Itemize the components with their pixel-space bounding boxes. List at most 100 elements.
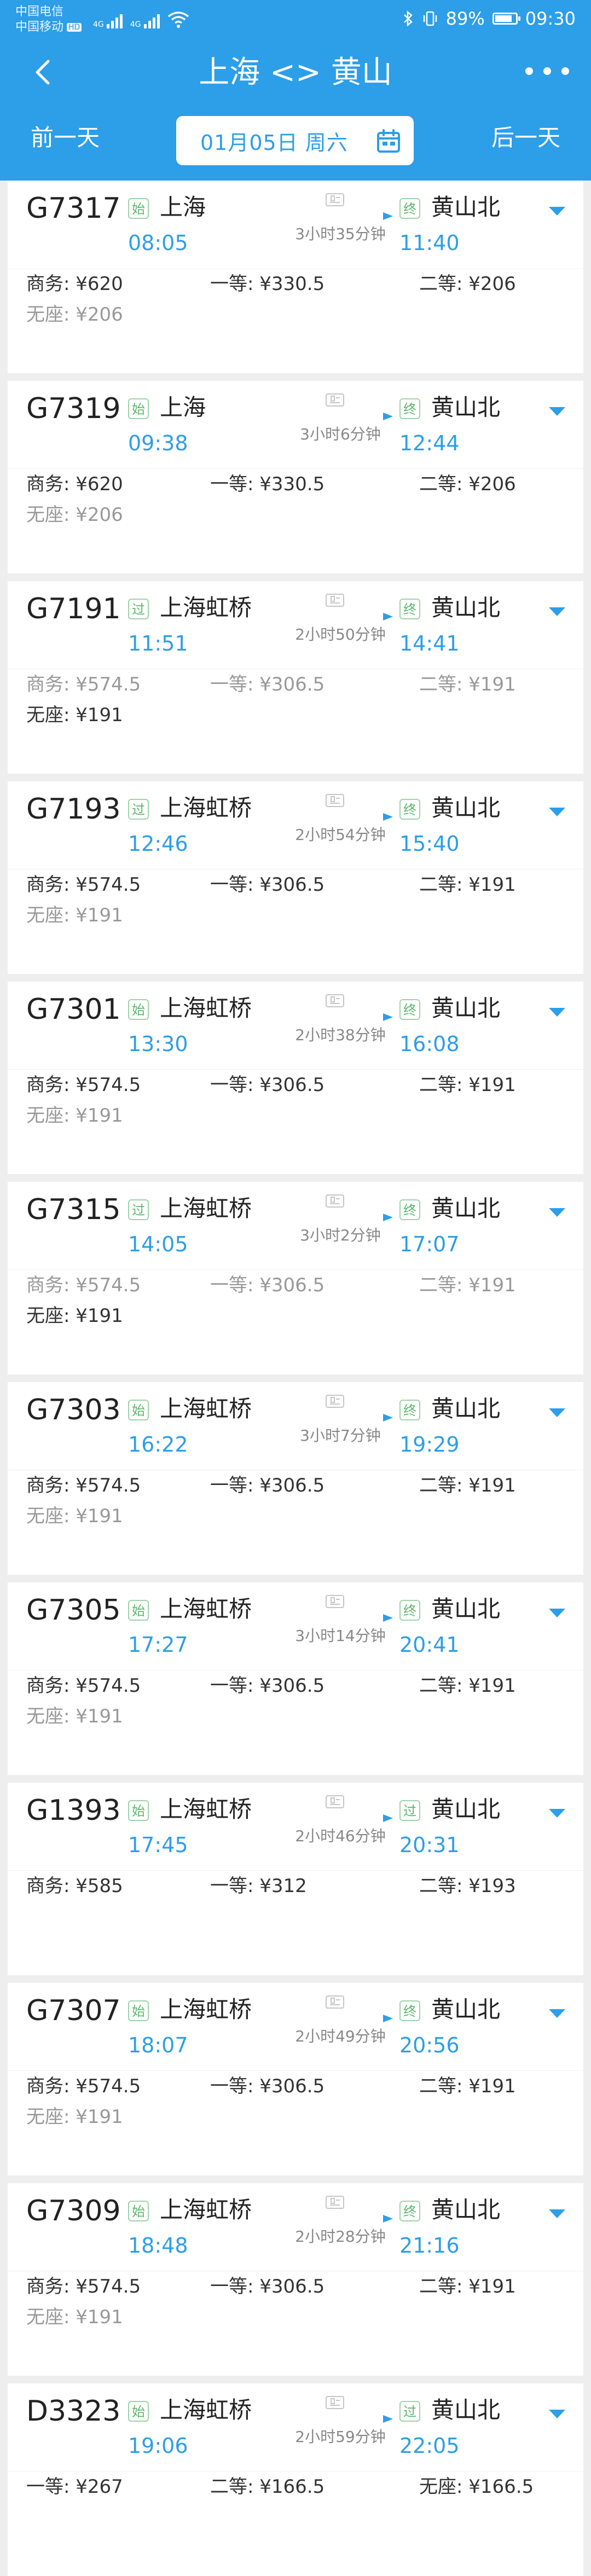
calendar-icon — [377, 129, 400, 153]
seat-icon — [326, 393, 344, 407]
signal-2-icon: 4G — [130, 14, 160, 28]
arrival-time: 12:44 — [399, 431, 460, 455]
prev-day-button[interactable]: 前一天 — [31, 121, 100, 154]
vibrate-icon — [423, 11, 437, 26]
expand-triangle-icon[interactable] — [547, 2407, 567, 2421]
status-bar: 中国电信 中国移动 HD 4G 4G 89% 09:30 — [0, 0, 591, 38]
route-arrow-icon — [278, 813, 393, 821]
train-card[interactable]: G7305 始 上海虹桥 17:27 3小时14分钟 终 黄山北 20:41 商… — [8, 1582, 583, 1775]
price-first-class: 一等: ¥267 — [26, 2476, 123, 2498]
travel-duration: 3小时2分钟 — [300, 1226, 381, 1244]
origin-type-badge: 始 — [128, 1400, 149, 1420]
departure-station: 上海虹桥 — [160, 1395, 252, 1422]
expand-triangle-icon[interactable] — [547, 2007, 567, 2020]
arrival-time: 15:40 — [399, 832, 460, 856]
battery-icon — [492, 13, 520, 25]
price-first-class: 商务: ¥574.5 — [26, 1074, 141, 1096]
expand-triangle-icon[interactable] — [547, 805, 567, 819]
destination-type-badge: 终 — [399, 2201, 420, 2221]
train-number: D3323 — [26, 2395, 121, 2428]
price-first-class: 商务: ¥574.5 — [26, 1675, 141, 1697]
selected-date: 01月05日 周六 — [200, 130, 348, 155]
route-arrow-icon — [278, 1814, 393, 1822]
card-divider — [8, 1069, 583, 1070]
train-card[interactable]: G7191 过 上海虹桥 11:51 2小时50分钟 终 黄山北 14:41 商… — [8, 581, 583, 774]
hd-badge: HD — [67, 23, 82, 32]
next-day-button[interactable]: 后一天 — [491, 121, 560, 154]
card-divider — [8, 1269, 583, 1270]
more-options-icon[interactable] — [525, 60, 569, 82]
arrival-station: 黄山北 — [431, 394, 501, 421]
price-second-class: 一等: ¥306.5 — [210, 2075, 325, 2097]
destination-type-badge: 终 — [399, 1199, 420, 1220]
departure-station: 上海虹桥 — [160, 995, 252, 1022]
train-card[interactable]: G7301 始 上海虹桥 13:30 2小时38分钟 终 黄山北 16:08 商… — [8, 982, 583, 1174]
expand-triangle-icon[interactable] — [547, 405, 567, 418]
arrival-station: 黄山北 — [431, 794, 501, 821]
train-card[interactable]: G7193 过 上海虹桥 12:46 2小时54分钟 终 黄山北 15:40 商… — [8, 781, 583, 974]
price-second-class: 一等: ¥312 — [210, 1875, 307, 1897]
seat-icon — [326, 2196, 344, 2209]
price-third-class: 二等: ¥191 — [419, 1074, 516, 1096]
train-number: G7305 — [26, 1594, 121, 1627]
seat-icon — [326, 2396, 344, 2409]
expand-triangle-icon[interactable] — [547, 1206, 567, 1219]
arrival-station: 黄山北 — [431, 1796, 501, 1823]
departure-time: 16:22 — [128, 1432, 188, 1457]
origin-type-badge: 始 — [128, 1600, 149, 1621]
nav-bar: 上海 <> 黄山 — [0, 44, 591, 104]
departure-station: 上海虹桥 — [160, 1596, 252, 1622]
train-number: G1393 — [26, 1794, 121, 1827]
train-card[interactable]: G7319 始 上海 09:38 3小时6分钟 终 黄山北 12:44 商务: … — [8, 381, 583, 573]
arrival-time: 20:41 — [399, 1633, 460, 1657]
price-first-class: 商务: ¥574.5 — [26, 1274, 141, 1296]
train-card[interactable]: G1393 始 上海虹桥 17:45 2小时46分钟 过 黄山北 20:31 商… — [8, 1783, 583, 1975]
travel-duration: 2小时28分钟 — [295, 2227, 386, 2246]
arrival-station: 黄山北 — [431, 2397, 501, 2423]
price-second-class: 一等: ¥306.5 — [210, 1675, 325, 1697]
train-number: G7193 — [26, 793, 121, 826]
travel-duration: 3小时7分钟 — [300, 1426, 381, 1444]
departure-time: 17:45 — [128, 1833, 188, 1857]
destination-type-badge: 过 — [399, 2401, 420, 2422]
route-arrow-icon — [278, 613, 393, 620]
train-number: G7319 — [26, 392, 121, 425]
route-arrow-icon — [278, 2415, 393, 2423]
arrival-station: 黄山北 — [431, 194, 501, 221]
expand-triangle-icon[interactable] — [547, 205, 567, 218]
train-number: G7309 — [26, 2195, 121, 2227]
train-card[interactable]: G7307 始 上海虹桥 18:07 2小时49分钟 终 黄山北 20:56 商… — [8, 1983, 583, 2175]
seat-icon — [326, 1194, 344, 1208]
seat-icon — [326, 794, 344, 807]
destination-type-badge: 终 — [399, 398, 420, 419]
expand-triangle-icon[interactable] — [547, 1807, 567, 1820]
origin-type-badge: 始 — [128, 2401, 149, 2422]
train-card[interactable]: G7317 始 上海 08:05 3小时35分钟 终 黄山北 11:40 商务:… — [8, 181, 583, 373]
price-second-class: 一等: ¥306.5 — [210, 874, 325, 896]
arrival-station: 黄山北 — [431, 1596, 501, 1622]
train-card[interactable]: G7315 过 上海虹桥 14:05 3小时2分钟 终 黄山北 17:07 商务… — [8, 1182, 583, 1374]
expand-triangle-icon[interactable] — [547, 1606, 567, 1620]
expand-triangle-icon[interactable] — [547, 1406, 567, 1419]
seat-icon — [326, 594, 344, 607]
expand-triangle-icon[interactable] — [547, 2207, 567, 2220]
price-second-class: 一等: ¥306.5 — [210, 1475, 325, 1496]
arrival-time: 11:40 — [399, 231, 460, 255]
battery-percent: 89% — [445, 8, 485, 29]
expand-triangle-icon[interactable] — [547, 1006, 567, 1019]
origin-type-badge: 始 — [128, 2000, 149, 2021]
status-right: 89% 09:30 — [402, 8, 576, 30]
date-picker[interactable]: 01月05日 周六 — [176, 116, 414, 165]
train-card[interactable]: G7309 始 上海虹桥 18:48 2小时28分钟 终 黄山北 21:16 商… — [8, 2183, 583, 2376]
price-third-class: 二等: ¥191 — [419, 1274, 516, 1296]
price-third-class: 二等: ¥206 — [419, 273, 516, 295]
departure-time: 19:06 — [128, 2434, 188, 2458]
expand-triangle-icon[interactable] — [547, 605, 567, 618]
destination-type-badge: 终 — [399, 2000, 420, 2021]
train-card[interactable]: D3323 始 上海虹桥 19:06 2小时59分钟 过 黄山北 22:05 一… — [8, 2383, 583, 2576]
price-first-class: 商务: ¥620 — [26, 273, 123, 295]
train-card[interactable]: G7303 始 上海虹桥 16:22 3小时7分钟 终 黄山北 19:29 商务… — [8, 1382, 583, 1575]
travel-duration: 2小时54分钟 — [295, 826, 386, 844]
departure-station: 上海虹桥 — [160, 1195, 252, 1222]
price-second-class: 二等: ¥166.5 — [210, 2476, 325, 2498]
